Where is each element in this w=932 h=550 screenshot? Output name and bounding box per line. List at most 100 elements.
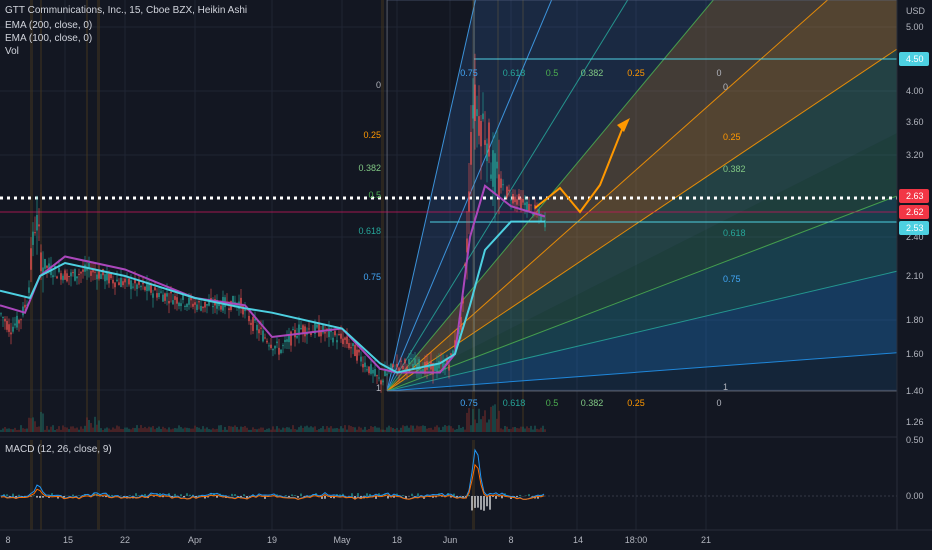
macd-hist-bar	[183, 496, 185, 498]
candle-body	[70, 272, 72, 277]
ema-100-legend[interactable]: EMA (100, close, 0)	[5, 33, 92, 44]
volume-bar	[36, 426, 38, 432]
candle-body	[152, 293, 154, 298]
candle-body	[180, 303, 182, 307]
volume-bar	[186, 427, 188, 432]
volume-bar	[426, 428, 428, 432]
candle-body	[0, 313, 2, 315]
candle-body	[282, 345, 284, 347]
volume-bar	[60, 429, 62, 432]
volume-bar	[232, 426, 234, 432]
candle-body	[38, 224, 40, 227]
candle-body	[12, 326, 14, 332]
volume-bar	[220, 425, 222, 432]
volume-bar	[512, 427, 514, 432]
volume-bar	[362, 429, 364, 432]
candle-body	[288, 335, 290, 343]
volume-bar	[86, 417, 88, 432]
fib-left-label: 0	[376, 80, 381, 90]
candle-body	[460, 317, 462, 330]
volume-bar	[210, 429, 212, 432]
candle-body	[344, 337, 346, 340]
candle-body	[82, 269, 84, 272]
candle-body	[486, 143, 488, 162]
volume-bar	[30, 418, 32, 432]
trading-chart[interactable]: USD 5.004.504.003.603.202.802.402.101.80…	[0, 0, 932, 550]
volume-bar	[488, 419, 490, 432]
fib-bottom-label: 0.5	[546, 398, 559, 408]
volume-bar	[374, 426, 376, 432]
candle-body	[104, 274, 106, 282]
volume-bar	[84, 425, 86, 432]
candle-body	[338, 334, 340, 336]
volume-bar	[106, 427, 108, 432]
volume-bar	[430, 427, 432, 432]
volume-legend[interactable]: Vol	[5, 46, 19, 57]
macd-hist-bar	[366, 493, 368, 496]
volume-bar	[416, 425, 418, 432]
symbol-legend[interactable]: GTT Communications, Inc., 15, Cboe BZX, …	[5, 5, 247, 16]
volume-bar	[278, 428, 280, 432]
volume-bar	[56, 429, 58, 432]
candle-body	[252, 317, 254, 331]
volume-bar	[256, 429, 258, 432]
candle-body	[500, 178, 502, 188]
macd-legend[interactable]: MACD (12, 26, close, 9)	[5, 444, 112, 455]
volume-bar	[526, 426, 528, 432]
volume-bar	[124, 427, 126, 432]
candle-body	[200, 305, 202, 311]
volume-bar	[454, 429, 456, 432]
volume-bar	[18, 429, 20, 432]
volume-bar	[340, 426, 342, 432]
volume-bar	[6, 428, 8, 432]
volume-bar	[508, 428, 510, 432]
volume-bar	[294, 429, 296, 432]
volume-bar	[262, 427, 264, 432]
price-axis-bg[interactable]	[897, 0, 932, 530]
volume-bar	[206, 427, 208, 432]
volume-bar	[292, 425, 294, 432]
candle-body	[176, 297, 178, 304]
volume-bar	[502, 429, 504, 432]
volume-bar	[404, 426, 406, 432]
volume-bar	[316, 429, 318, 432]
volume-bar	[368, 428, 370, 432]
volume-bar	[40, 411, 42, 432]
candle-body	[94, 271, 96, 273]
candle-body	[308, 328, 310, 330]
macd-hist-bar	[492, 496, 494, 497]
candle-body	[128, 278, 130, 285]
time-axis-bg[interactable]	[0, 530, 932, 550]
candle-body	[166, 293, 168, 297]
volume-bar	[428, 427, 430, 432]
volume-bar	[322, 426, 324, 432]
candle-body	[378, 377, 380, 379]
candle-body	[208, 301, 210, 306]
price-tick: 1.40	[906, 386, 924, 396]
volume-bar	[258, 428, 260, 432]
chart-canvas[interactable]: USD 5.004.504.003.603.202.802.402.101.80…	[0, 0, 932, 550]
volume-bar	[138, 428, 140, 432]
volume-bar	[162, 426, 164, 432]
volume-bar	[104, 428, 106, 432]
volume-bar	[324, 429, 326, 432]
macd-hist-bar	[180, 494, 182, 496]
volume-bar	[0, 429, 2, 432]
volume-bar	[396, 427, 398, 432]
volume-bar	[4, 427, 6, 432]
candle-body	[370, 364, 372, 374]
volume-bar	[254, 428, 256, 432]
candle-body	[400, 360, 402, 362]
ema-200-legend[interactable]: EMA (200, close, 0)	[5, 20, 92, 31]
volume-bar	[494, 404, 496, 432]
volume-bar	[230, 426, 232, 432]
macd-hist-bar	[102, 496, 104, 497]
candle-body	[28, 287, 30, 293]
candle-body	[160, 291, 162, 293]
volume-bar	[174, 428, 176, 432]
volume-bar	[270, 429, 272, 432]
time-label: 18	[392, 535, 402, 545]
volume-bar	[64, 427, 66, 432]
candle-body	[386, 373, 388, 376]
volume-bar	[244, 426, 246, 432]
